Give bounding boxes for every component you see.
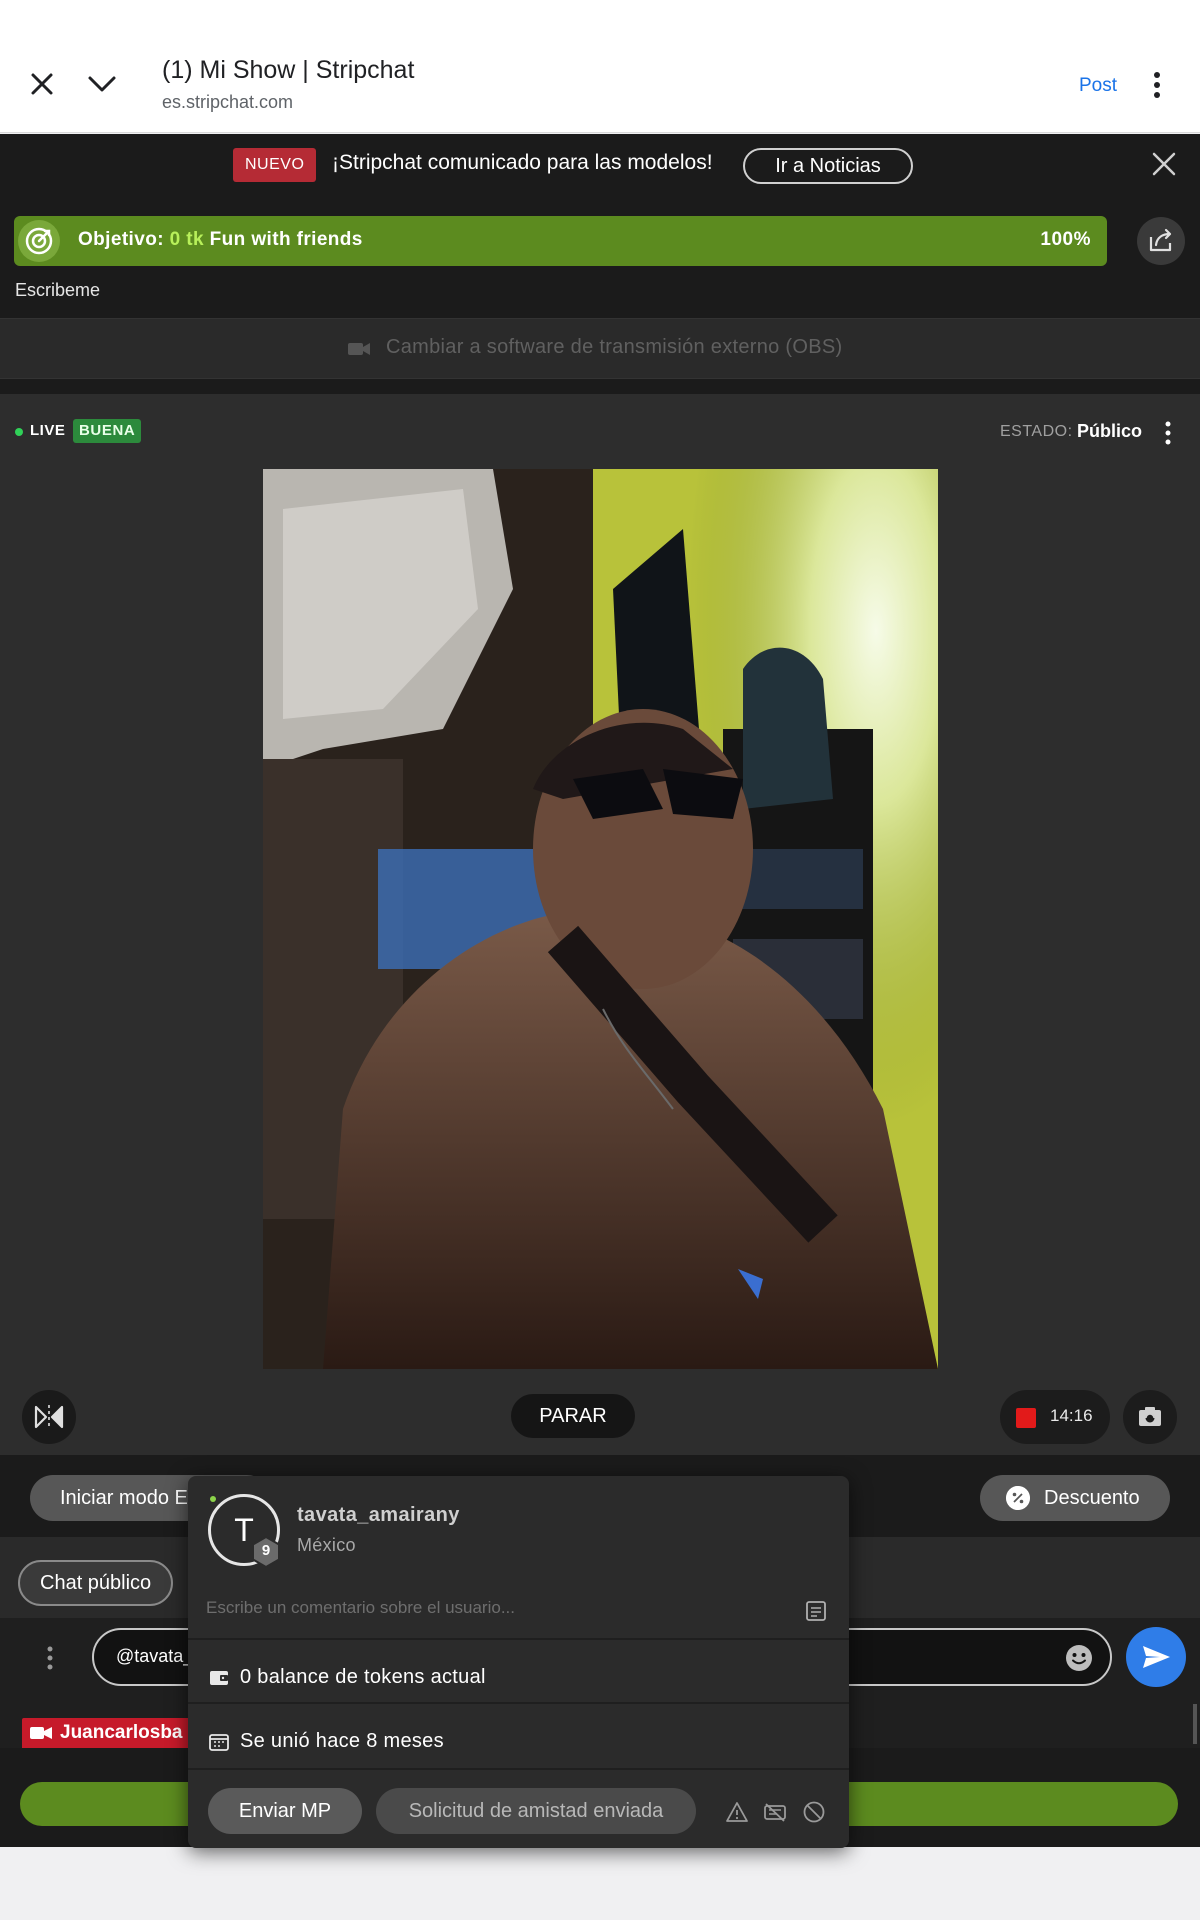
goal-percent: 100% — [1040, 229, 1091, 250]
video-camera-icon — [30, 1727, 52, 1739]
user-comment-input[interactable]: Escribe un comentario sobre el usuario..… — [206, 1598, 515, 1618]
live-indicator — [15, 428, 23, 436]
send-button[interactable] — [1126, 1627, 1186, 1687]
news-text: ¡Stripchat comunicado para las modelos! — [332, 151, 713, 174]
video-camera-icon — [348, 343, 370, 355]
more-vertical-icon[interactable] — [42, 1645, 58, 1671]
divider — [188, 1702, 849, 1704]
camera-switch-icon — [1139, 1407, 1161, 1426]
chat-message-username[interactable]: Juancarlosba — [22, 1718, 192, 1748]
page: (1) Mi Show | Stripchat es.stripchat.com… — [0, 0, 1200, 1920]
block-icon[interactable] — [802, 1800, 826, 1824]
discount-button[interactable]: Descuento — [980, 1475, 1170, 1521]
share-button[interactable] — [1137, 217, 1185, 265]
chat-input-value: @tavata_ — [116, 1646, 194, 1666]
record-time: 14:16 — [1050, 1406, 1093, 1425]
send-icon — [1143, 1646, 1170, 1668]
goal-text: Objetivo: 0 tk Fun with friends — [78, 229, 363, 251]
goal-label: Objetivo: — [78, 229, 164, 250]
goal-progress-bar: Objetivo: 0 tk Fun with friends 100% — [14, 216, 1107, 266]
switch-to-obs-button[interactable]: Cambiar a software de transmisión extern… — [0, 318, 1200, 379]
page-url: es.stripchat.com — [162, 92, 294, 112]
goal-name: Fun with friends — [209, 229, 363, 250]
mirror-icon — [34, 1405, 64, 1429]
mirror-button[interactable] — [22, 1390, 76, 1444]
token-balance: 0 balance de tokens actual — [240, 1666, 486, 1688]
quality-badge: BUENA — [73, 419, 142, 443]
switch-camera-button[interactable] — [1123, 1390, 1177, 1444]
friend-request-button[interactable]: Solicitud de amistad enviada — [376, 1788, 696, 1834]
online-indicator — [210, 1496, 216, 1502]
new-badge: NUEVO — [233, 148, 317, 182]
divider — [188, 1768, 849, 1770]
percent-icon — [1006, 1486, 1030, 1510]
go-to-news-button[interactable]: Ir a Noticias — [743, 148, 913, 184]
goal-description: Escribeme — [15, 280, 101, 300]
chevron-down-icon[interactable] — [82, 64, 122, 104]
wallet-icon — [210, 1671, 228, 1685]
news-banner: NUEVO ¡Stripchat comunicado para las mod… — [0, 134, 1200, 201]
chat-scrollbar[interactable] — [1193, 1704, 1197, 1744]
more-vertical-icon[interactable] — [1147, 70, 1167, 100]
broadcast-stage: LIVE BUENA ESTADO: Público PARAR 14:16 — [0, 394, 1200, 1455]
target-icon — [18, 220, 60, 262]
tab-public-chat[interactable]: Chat público — [18, 1560, 174, 1606]
popup-username[interactable]: tavata_amairany — [297, 1504, 460, 1527]
stop-broadcast-button[interactable]: PARAR — [511, 1394, 635, 1438]
popup-country: México — [297, 1535, 356, 1555]
record-button[interactable]: 14:16 — [1000, 1390, 1110, 1444]
close-icon[interactable] — [22, 64, 62, 104]
browser-toolbar: (1) Mi Show | Stripchat es.stripchat.com… — [0, 0, 1200, 133]
video-preview — [263, 469, 938, 1369]
no-video-icon[interactable] — [763, 1800, 787, 1824]
goal-tokens: 0 tk — [169, 229, 204, 250]
user-level: 9 — [261, 1542, 271, 1559]
record-icon — [1016, 1408, 1036, 1428]
post-button[interactable]: Post — [1079, 75, 1117, 97]
obs-text: Cambiar a software de transmisión extern… — [386, 336, 843, 358]
share-icon — [1149, 228, 1172, 252]
status-value[interactable]: Público — [1077, 421, 1142, 442]
close-icon[interactable] — [1150, 150, 1178, 178]
note-icon[interactable] — [805, 1600, 827, 1622]
live-label: LIVE — [30, 422, 66, 439]
status-label: ESTADO: — [1000, 423, 1073, 440]
discount-label: Descuento — [1044, 1487, 1140, 1509]
more-vertical-icon[interactable] — [1160, 420, 1176, 446]
page-title: (1) Mi Show | Stripchat — [162, 56, 415, 84]
emoji-icon[interactable] — [1064, 1643, 1094, 1673]
calendar-icon — [209, 1734, 229, 1751]
divider — [188, 1638, 849, 1640]
warning-icon[interactable] — [725, 1800, 749, 1824]
chat-username: Juancarlosba — [60, 1722, 183, 1743]
send-pm-button[interactable]: Enviar MP — [208, 1788, 362, 1834]
user-info-popup: T 9 tavata_amairany México Escribe un co… — [188, 1476, 849, 1848]
joined-date: Se unió hace 8 meses — [240, 1730, 444, 1752]
